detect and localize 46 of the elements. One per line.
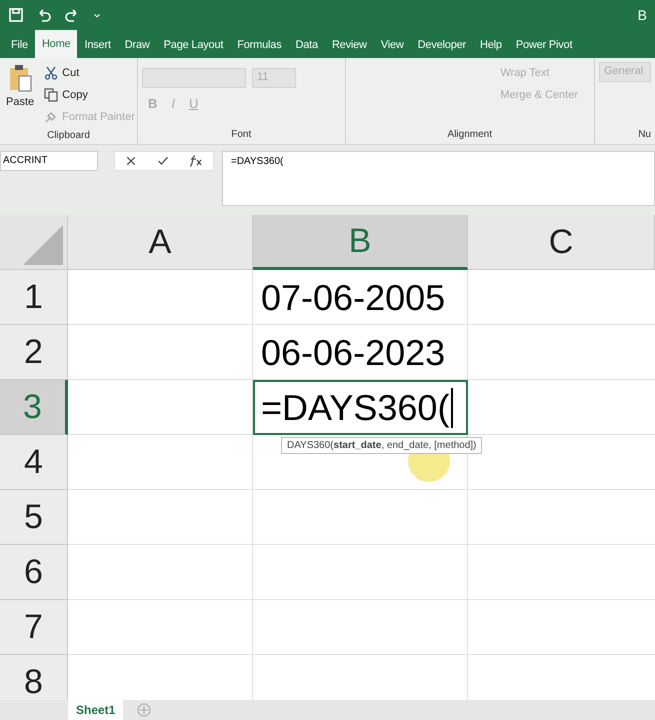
row-header[interactable]: 4: [0, 435, 68, 490]
row-header[interactable]: 3: [0, 380, 68, 435]
column-header[interactable]: B: [253, 215, 468, 270]
group-label: Nu: [637, 128, 651, 142]
ribbon-tab[interactable]: Page Layout: [156, 32, 230, 58]
function-icon[interactable]: [189, 155, 203, 167]
formula-field[interactable]: =DAYS360(: [222, 151, 655, 206]
function-tooltip: DAYS360(start_date, end_date, [method]): [281, 437, 482, 454]
cut-button[interactable]: Cut: [42, 62, 137, 83]
ribbon-tab[interactable]: Data: [288, 32, 325, 58]
table-cell-text: 07-06-2005: [260, 276, 446, 320]
ribbon-tab[interactable]: File: [4, 32, 35, 58]
group-label: Clipboard: [46, 129, 91, 143]
ribbon-tab[interactable]: Home: [34, 30, 78, 58]
row-header[interactable]: 7: [0, 600, 68, 655]
column-header[interactable]: A: [68, 215, 253, 270]
ribbon-tab[interactable]: Draw: [118, 32, 157, 58]
table-cell-text: 06-06-2023: [260, 330, 446, 374]
save-icon[interactable]: [8, 7, 24, 23]
enter-icon[interactable]: [157, 155, 169, 167]
font-name-field[interactable]: [142, 68, 246, 88]
ribbon-tab[interactable]: Formulas: [230, 32, 288, 58]
column-header[interactable]: C: [468, 215, 655, 270]
row-header[interactable]: 5: [0, 490, 68, 545]
group-label: Alignment: [446, 128, 493, 142]
paste-button[interactable]: Paste: [4, 62, 36, 122]
ribbon-tab[interactable]: Insert: [77, 32, 118, 58]
row-header[interactable]: 6: [0, 545, 68, 600]
row-header[interactable]: 2: [0, 325, 68, 380]
cancel-icon[interactable]: [125, 155, 137, 167]
ribbon-tab[interactable]: Power Pivot: [508, 32, 580, 58]
copy-button[interactable]: Copy: [42, 84, 137, 105]
scissors-icon: [44, 66, 58, 80]
window-title: B: [638, 7, 647, 23]
brush-icon: [44, 110, 58, 124]
row-header[interactable]: 8: [0, 655, 68, 700]
ribbon-tab[interactable]: Review: [324, 32, 374, 58]
ribbon-tab[interactable]: Help: [473, 32, 509, 58]
sheet-tab[interactable]: Sheet1: [68, 700, 124, 720]
ribbon-tab[interactable]: View: [374, 32, 411, 58]
ribbon-tab[interactable]: Developer: [410, 32, 473, 58]
name-box[interactable]: ACCRINT: [0, 151, 98, 171]
group-label: Font: [230, 128, 252, 142]
copy-icon: [44, 88, 58, 102]
row-header[interactable]: 1: [0, 270, 68, 325]
clipboard-icon: [8, 64, 32, 92]
